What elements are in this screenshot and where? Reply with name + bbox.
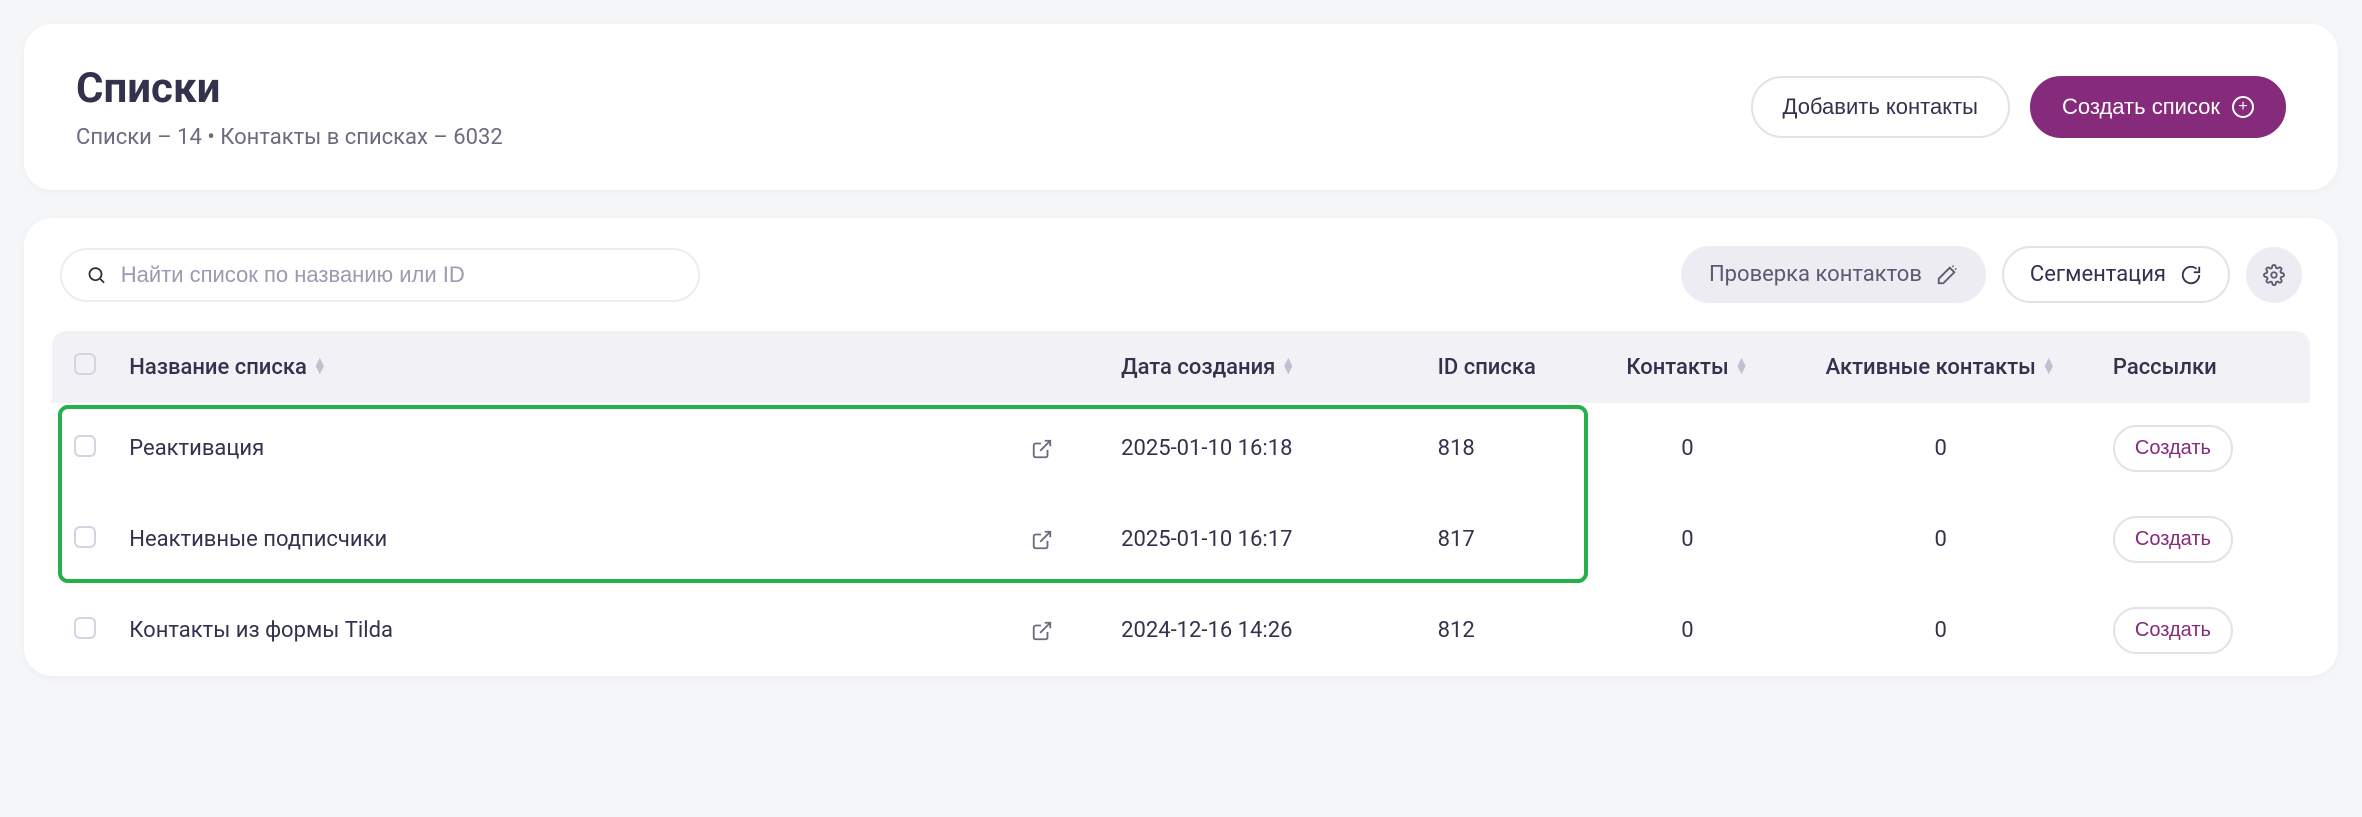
cell-id: 817 (1424, 494, 1593, 585)
plus-icon: + (2232, 96, 2254, 118)
cell-active: 0 (1782, 403, 2099, 494)
cell-id: 818 (1424, 403, 1593, 494)
cell-contacts: 0 (1592, 494, 1782, 585)
cell-date: 2025-01-10 16:17 (1107, 494, 1424, 585)
wand-icon (1936, 264, 1958, 286)
row-create-button[interactable]: Создать (2113, 516, 2233, 563)
header-date-label: Дата создания (1121, 355, 1275, 380)
row-create-button[interactable]: Создать (2113, 607, 2233, 654)
page-subtitle: Списки – 14 • Контакты в списках – 6032 (76, 125, 503, 150)
search-icon (86, 264, 107, 286)
sort-icon: ▲▼ (1281, 358, 1295, 374)
content-card: Проверка контактов Сегментация Название … (24, 218, 2338, 676)
row-create-button[interactable]: Создать (2113, 425, 2233, 472)
cell-active: 0 (1782, 494, 2099, 585)
header-card: Списки Списки – 14 • Контакты в списках … (24, 24, 2338, 190)
header-checkbox-cell (52, 331, 115, 403)
search-field[interactable] (60, 248, 700, 302)
list-name-link[interactable]: Контакты из формы Tilda (129, 618, 393, 643)
table-row: Реактивация2025-01-10 16:1881800Создать (52, 403, 2310, 494)
list-name-link[interactable]: Реактивация (129, 436, 264, 461)
list-name-link[interactable]: Неактивные подписчики (129, 527, 387, 552)
cell-contacts: 0 (1592, 585, 1782, 676)
gear-icon (2263, 264, 2285, 286)
row-checkbox[interactable] (74, 435, 96, 457)
row-checkbox[interactable] (74, 526, 96, 548)
external-link-icon (1031, 438, 1053, 460)
header-name-label: Название списка (129, 355, 307, 380)
sort-icon: ▲▼ (313, 358, 327, 374)
header-mailings-label: Рассылки (2113, 355, 2217, 380)
header-name[interactable]: Название списка ▲▼ (115, 331, 1107, 403)
search-input[interactable] (121, 262, 674, 288)
refresh-icon (2180, 264, 2202, 286)
sort-icon: ▲▼ (1735, 358, 1749, 374)
check-contacts-label: Проверка контактов (1709, 262, 1922, 287)
sort-icon: ▲▼ (2042, 358, 2056, 374)
table-area: Название списка ▲▼ Дата создания ▲▼ ID спи… (52, 331, 2310, 676)
add-contacts-button[interactable]: Добавить контакты (1751, 76, 2010, 138)
segmentation-label: Сегментация (2030, 262, 2166, 287)
create-list-label: Создать список (2062, 94, 2220, 120)
segmentation-button[interactable]: Сегментация (2002, 246, 2230, 303)
header-id[interactable]: ID списка (1424, 331, 1593, 403)
create-list-button[interactable]: Создать список + (2030, 76, 2286, 138)
page-title: Списки (76, 64, 503, 113)
header-actions: Добавить контакты Создать список + (1751, 76, 2286, 138)
cell-contacts: 0 (1592, 403, 1782, 494)
lists-table: Название списка ▲▼ Дата создания ▲▼ ID спи… (52, 331, 2310, 676)
header-contacts-label: Контакты (1626, 355, 1728, 380)
table-header-row: Название списка ▲▼ Дата создания ▲▼ ID спи… (52, 331, 2310, 403)
header-active-label: Активные контакты (1826, 355, 2036, 380)
toolbar: Проверка контактов Сегментация (52, 246, 2310, 303)
cell-id: 812 (1424, 585, 1593, 676)
header-date[interactable]: Дата создания ▲▼ (1107, 331, 1424, 403)
header-active[interactable]: Активные контакты ▲▼ (1782, 331, 2099, 403)
cell-date: 2024-12-16 14:26 (1107, 585, 1424, 676)
row-checkbox[interactable] (74, 617, 96, 639)
settings-button[interactable] (2246, 247, 2302, 303)
header-contacts[interactable]: Контакты ▲▼ (1592, 331, 1782, 403)
external-link-icon (1031, 620, 1053, 642)
table-row: Неактивные подписчики 2025-01-10 16:17817… (52, 494, 2310, 585)
cell-date: 2025-01-10 16:18 (1107, 403, 1424, 494)
header-text-block: Списки Списки – 14 • Контакты в списках … (76, 64, 503, 150)
table-row: Контакты из формы Tilda 2024-12-16 14:268… (52, 585, 2310, 676)
check-contacts-button[interactable]: Проверка контактов (1681, 246, 1986, 303)
cell-active: 0 (1782, 585, 2099, 676)
add-contacts-label: Добавить контакты (1783, 94, 1978, 120)
header-mailings[interactable]: Рассылки (2099, 331, 2310, 403)
header-id-label: ID списка (1438, 355, 1536, 380)
select-all-checkbox[interactable] (74, 353, 96, 375)
external-link-icon (1031, 529, 1053, 551)
